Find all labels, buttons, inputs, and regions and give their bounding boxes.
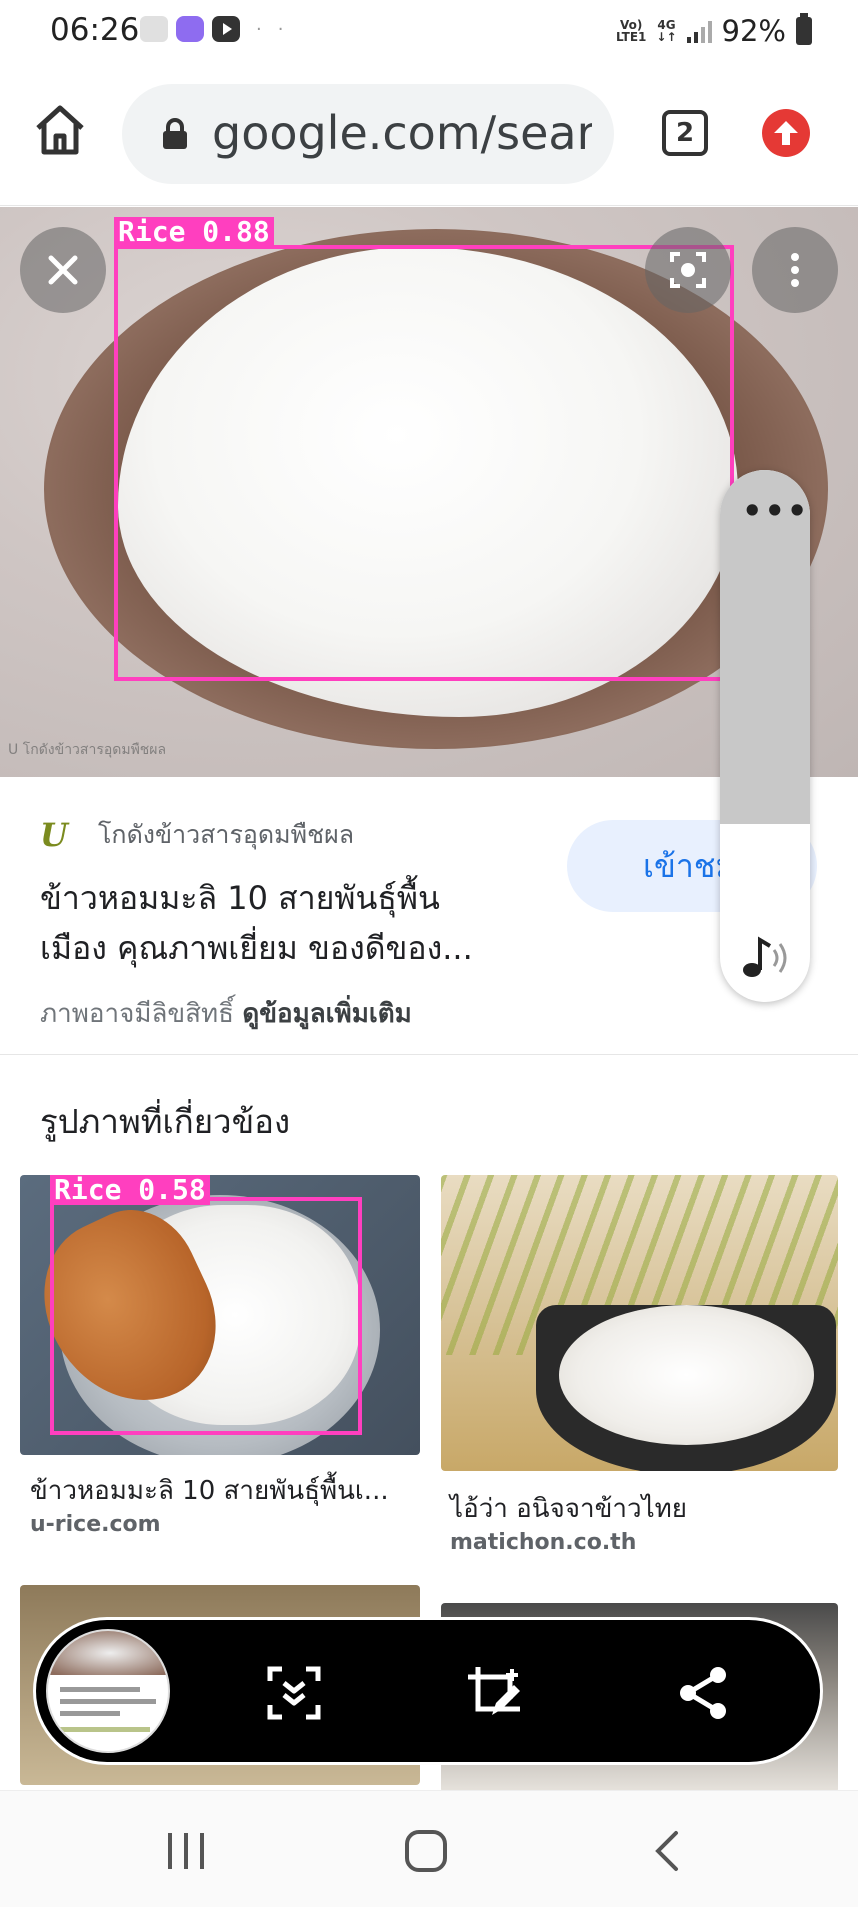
system-icons: Vo) LTE1 4G ↓↑ 92% bbox=[616, 13, 812, 48]
browser-toolbar: google.com/search 2 bbox=[0, 66, 858, 206]
floating-side-panel[interactable]: ••• bbox=[720, 470, 810, 1002]
home-icon bbox=[36, 105, 84, 155]
divider bbox=[0, 1054, 858, 1055]
lte-label: LTE1 bbox=[616, 30, 647, 44]
lens-icon bbox=[670, 252, 706, 288]
detection-label: Rice 0.58 bbox=[50, 1175, 210, 1205]
volte-indicator: Vo) LTE1 bbox=[616, 19, 646, 43]
related-caption-1[interactable]: ข้าวหอมมะลิ 10 สายพันธุ์พื้นเ... bbox=[30, 1470, 389, 1511]
status-time: 06:26 bbox=[50, 12, 140, 48]
related-image-1[interactable]: Rice 0.58 bbox=[20, 1175, 420, 1455]
rice-graphic bbox=[559, 1305, 814, 1445]
back-icon[interactable] bbox=[644, 1827, 692, 1875]
more-options-button[interactable] bbox=[752, 227, 838, 313]
status-bar: 06:26 ·· Vo) LTE1 4G ↓↑ 92% bbox=[0, 0, 858, 66]
thumbnail-line bbox=[60, 1727, 150, 1732]
youtube-icon bbox=[212, 16, 240, 42]
address-bar[interactable]: google.com/search bbox=[122, 84, 614, 184]
more-notifications-icon: ·· bbox=[256, 18, 300, 40]
related-domain-1: u-rice.com bbox=[30, 1512, 161, 1537]
related-domain-2: matichon.co.th bbox=[450, 1530, 637, 1555]
more-info-link[interactable]: ดูข้อมูลเพิ่มเติม bbox=[242, 999, 411, 1029]
lock-icon bbox=[163, 118, 187, 149]
more-vertical-icon bbox=[791, 253, 799, 287]
detection-score: 0.58 bbox=[138, 1175, 206, 1206]
thumbnail-line bbox=[60, 1699, 156, 1704]
detection-class: Rice bbox=[54, 1175, 122, 1206]
recents-icon[interactable] bbox=[162, 1827, 210, 1875]
signal-icon bbox=[686, 19, 712, 43]
network-indicator: 4G ↓↑ bbox=[656, 19, 676, 43]
tabs-button[interactable]: 2 bbox=[662, 110, 708, 156]
thumbnail-line bbox=[60, 1711, 120, 1716]
notification-icons: ·· bbox=[140, 16, 299, 42]
screenshot-action-bar bbox=[36, 1620, 820, 1762]
audio-note-icon[interactable] bbox=[740, 932, 796, 982]
result-title[interactable]: ข้าวหอมมะลิ 10 สายพันธุ์พื้น เมือง คุณภา… bbox=[40, 873, 560, 973]
update-icon bbox=[774, 121, 798, 145]
screenshot-thumbnail[interactable] bbox=[46, 1629, 170, 1753]
app-icon bbox=[176, 16, 204, 42]
result-title-line2: เมือง คุณภาพเยี่ยม ของดีของ... bbox=[40, 929, 473, 967]
more-horizontal-icon[interactable]: ••• bbox=[742, 492, 809, 530]
detection-class: Rice bbox=[118, 215, 186, 248]
close-button[interactable] bbox=[20, 227, 106, 313]
gallery-icon bbox=[140, 16, 168, 42]
result-title-line1: ข้าวหอมมะลิ 10 สายพันธุ์พื้น bbox=[40, 879, 440, 917]
thumbnail-image bbox=[48, 1631, 168, 1675]
lens-button[interactable] bbox=[645, 227, 731, 313]
side-panel-handle[interactable]: ••• bbox=[720, 470, 810, 824]
navigation-bar bbox=[0, 1790, 858, 1907]
crop-edit-icon[interactable] bbox=[466, 1665, 522, 1721]
data-arrows-icon: ↓↑ bbox=[656, 30, 677, 44]
related-section-title: รูปภาพที่เกี่ยวข้อง bbox=[40, 1102, 291, 1141]
source-row[interactable]: U โกดังข้าวสารอุดมพืชผล bbox=[40, 815, 354, 855]
share-icon[interactable] bbox=[676, 1665, 732, 1721]
battery-percent: 92% bbox=[721, 14, 786, 48]
source-name: โกดังข้าวสารอุดมพืชผล bbox=[98, 820, 355, 849]
image-watermark: U โกดังข้าวสารอุดมพืชผล bbox=[8, 742, 167, 758]
detection-box bbox=[50, 1197, 362, 1435]
close-icon bbox=[48, 255, 78, 285]
related-image-2[interactable] bbox=[441, 1175, 838, 1471]
source-logo: U bbox=[40, 816, 68, 854]
home-nav-icon[interactable] bbox=[402, 1827, 450, 1875]
update-button[interactable] bbox=[762, 109, 810, 157]
related-caption-2[interactable]: ไอ้ว่า อนิจจาข้าวไทย bbox=[450, 1488, 687, 1529]
thumbnail-line bbox=[60, 1687, 140, 1692]
copyright-notice: ภาพอาจมีลิขสิทธิ์ ดูข้อมูลเพิ่มเติม bbox=[40, 993, 412, 1034]
battery-icon bbox=[796, 13, 812, 45]
detection-label: Rice 0.88 bbox=[114, 217, 274, 247]
home-button[interactable] bbox=[30, 100, 90, 160]
detection-box bbox=[114, 245, 734, 681]
scroll-capture-icon[interactable] bbox=[266, 1665, 322, 1721]
copyright-text: ภาพอาจมีลิขสิทธิ์ bbox=[40, 999, 235, 1029]
detection-score: 0.88 bbox=[202, 215, 270, 248]
url-text: google.com/search bbox=[212, 106, 592, 160]
